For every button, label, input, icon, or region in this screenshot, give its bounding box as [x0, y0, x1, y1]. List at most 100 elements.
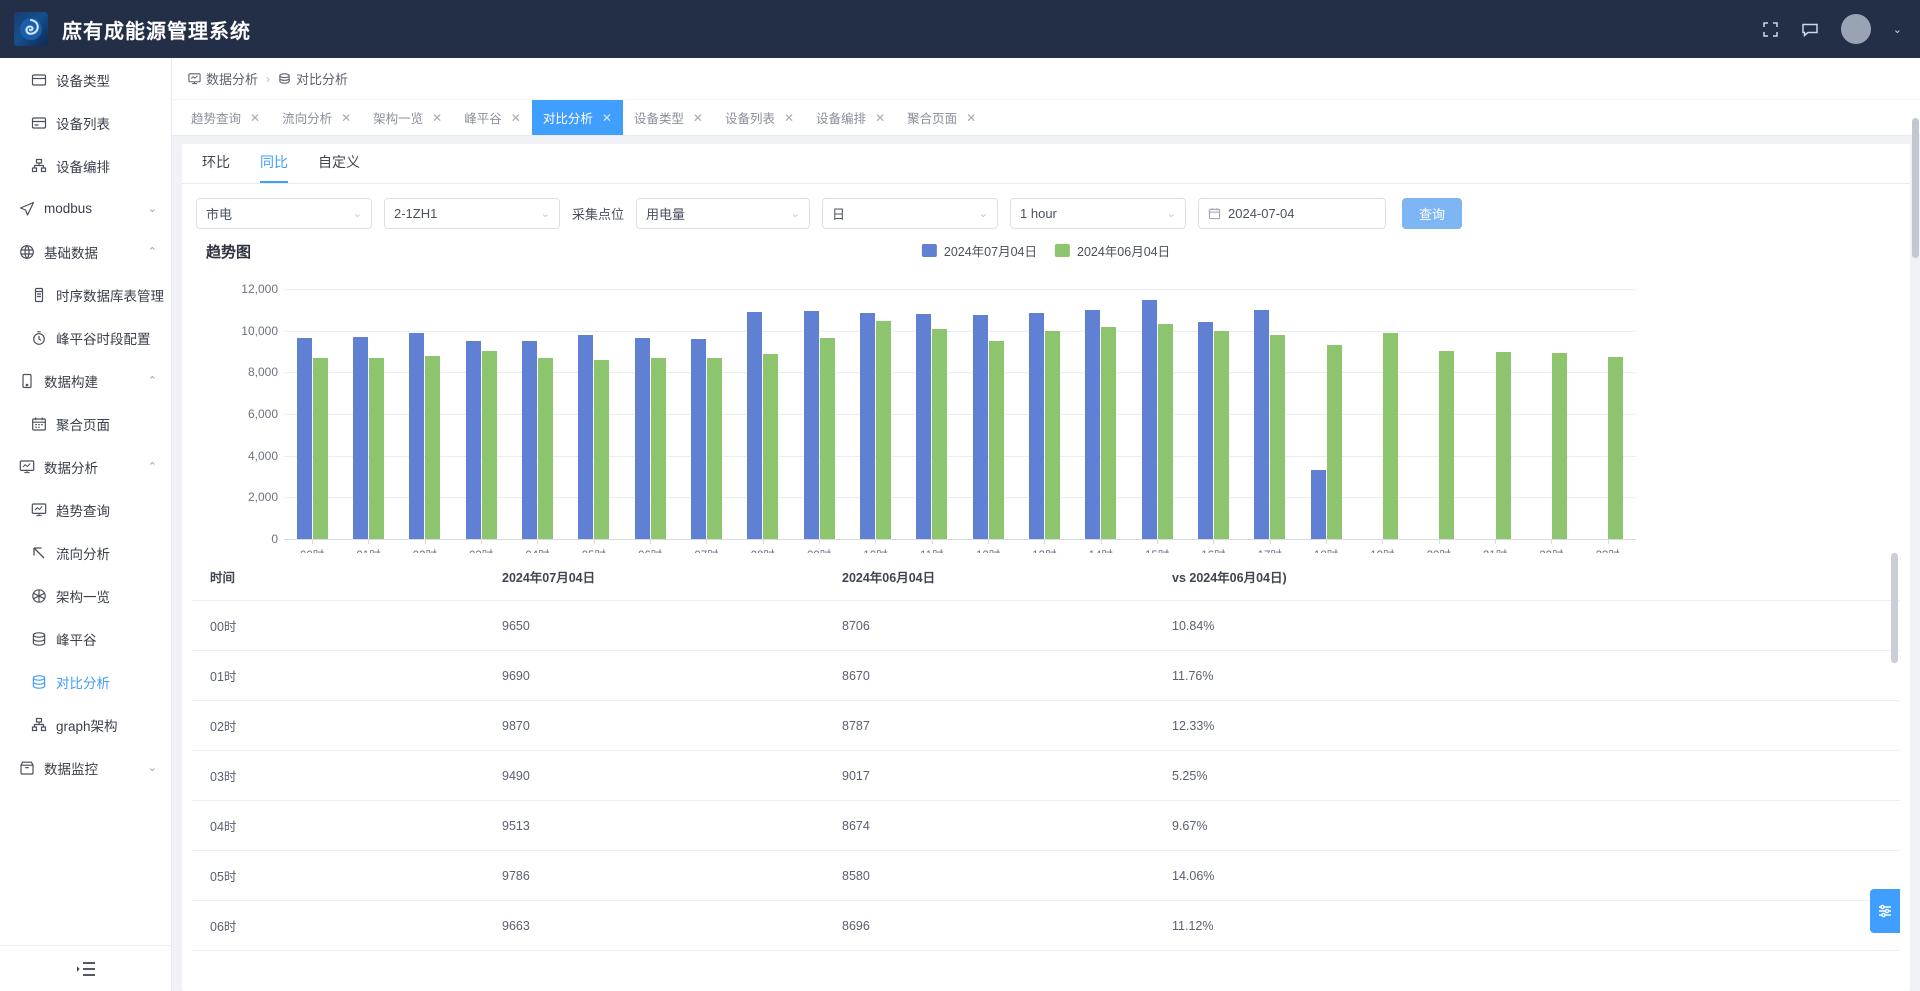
- bar-group-22[interactable]: [1523, 289, 1579, 539]
- sidebar-item-9[interactable]: 数据分析 ⌃: [0, 445, 171, 488]
- bar-group-23[interactable]: [1580, 289, 1636, 539]
- close-icon[interactable]: ✕: [250, 111, 260, 125]
- point-select[interactable]: 用电量 ⌄: [636, 198, 811, 229]
- close-icon[interactable]: ✕: [511, 111, 521, 125]
- tab-6[interactable]: 设备列表 ✕: [714, 100, 805, 135]
- table-row[interactable]: 01时 9690 8670 11.76%: [192, 650, 1900, 701]
- scroll-area[interactable]: 市电 ⌄ 2-1ZH1 ⌄ 采集点位 用电量 ⌄ 日 ⌄ 1 hour ⌄ 20…: [182, 184, 1910, 991]
- page-scrollbar[interactable]: [1912, 58, 1919, 991]
- subtab-0[interactable]: 环比: [202, 152, 230, 183]
- sidebar-item-4[interactable]: 基础数据 ⌃: [0, 230, 171, 273]
- tab-8[interactable]: 聚合页面 ✕: [896, 100, 987, 135]
- bar-group-20[interactable]: [1411, 289, 1467, 539]
- table-cell: 01时: [192, 650, 502, 701]
- breadcrumb-item-0[interactable]: 数据分析: [188, 69, 258, 88]
- bar-group-6[interactable]: [622, 289, 678, 539]
- table-cell: 12.33%: [1172, 700, 1900, 751]
- sidebar-item-13[interactable]: 峰平谷: [0, 617, 171, 660]
- chevron-toggle-icon[interactable]: ⌃: [148, 245, 157, 258]
- breadcrumb-item-1[interactable]: 对比分析: [278, 69, 348, 88]
- table-row[interactable]: 04时 9513 8674 9.67%: [192, 800, 1900, 851]
- close-icon[interactable]: ✕: [693, 111, 703, 125]
- source-select[interactable]: 市电 ⌄: [196, 198, 372, 229]
- sidebar-item-3[interactable]: modbus ⌄: [0, 187, 171, 230]
- bar-group-10[interactable]: [847, 289, 903, 539]
- table-scrollbar-thumb[interactable]: [1891, 553, 1898, 663]
- sidebar-item-0[interactable]: 设备类型: [0, 58, 171, 101]
- menu-collapse-icon[interactable]: [0, 945, 171, 991]
- bar-group-17[interactable]: [1242, 289, 1298, 539]
- sidebar-item-11[interactable]: 流向分析: [0, 531, 171, 574]
- bar-group-15[interactable]: [1129, 289, 1185, 539]
- x-tick: [1551, 539, 1553, 544]
- sidebar-item-12[interactable]: 架构一览: [0, 574, 171, 617]
- bar-group-18[interactable]: [1298, 289, 1354, 539]
- table-row[interactable]: 00时 9650 8706 10.84%: [192, 600, 1900, 651]
- device-select[interactable]: 2-1ZH1 ⌄: [384, 198, 560, 229]
- tab-4[interactable]: 对比分析 ✕: [531, 100, 623, 135]
- interval-select[interactable]: 1 hour ⌄: [1010, 198, 1187, 229]
- bar-group-1[interactable]: [340, 289, 396, 539]
- sidebar-item-8[interactable]: 聚合页面: [0, 402, 171, 445]
- sidebar-item-16[interactable]: 数据监控 ⌄: [0, 746, 171, 789]
- bar-group-11[interactable]: [904, 289, 960, 539]
- bar-group-9[interactable]: [791, 289, 847, 539]
- bar-group-7[interactable]: [678, 289, 734, 539]
- subtab-1[interactable]: 同比: [260, 152, 288, 183]
- table-row[interactable]: 03时 9490 9017 5.25%: [192, 750, 1900, 801]
- sidebar-item-10[interactable]: 趋势查询: [0, 488, 171, 531]
- tab-2[interactable]: 架构一览 ✕: [362, 100, 453, 135]
- legend-item-1[interactable]: 2024年06月04日: [1055, 241, 1170, 260]
- close-icon[interactable]: ✕: [966, 111, 976, 125]
- sidebar-item-15[interactable]: graph架构: [0, 703, 171, 746]
- sidebar-item-7[interactable]: 数据构建 ⌃: [0, 359, 171, 402]
- sidebar-item-6[interactable]: 峰平谷时段配置: [0, 316, 171, 359]
- close-icon[interactable]: ✕: [875, 111, 885, 125]
- bar-group-8[interactable]: [735, 289, 791, 539]
- content-card: 环比 同比 自定义 市电 ⌄ 2-1ZH1 ⌄ 采集点位 用电量 ⌄ 日 ⌄ 1…: [182, 144, 1910, 991]
- legend-item-0[interactable]: 2024年07月04日: [921, 241, 1037, 260]
- close-icon[interactable]: ✕: [602, 111, 612, 125]
- sidebar-item-1[interactable]: 设备列表: [0, 101, 171, 144]
- subtab-2[interactable]: 自定义: [318, 152, 360, 183]
- sidebar-item-14[interactable]: 对比分析: [0, 660, 171, 703]
- fullscreen-icon[interactable]: [1762, 21, 1779, 38]
- bar-group-0[interactable]: [284, 289, 340, 539]
- table-row[interactable]: 02时 9870 8787 12.33%: [192, 700, 1900, 751]
- sidebar-item-2[interactable]: 设备编排: [0, 144, 171, 187]
- chevron-down-icon[interactable]: ⌄: [1893, 23, 1902, 36]
- page-scrollbar-thumb[interactable]: [1912, 118, 1919, 258]
- bar-group-14[interactable]: [1073, 289, 1129, 539]
- bar-group-21[interactable]: [1467, 289, 1523, 539]
- date-input[interactable]: 2024-07-04: [1198, 198, 1387, 229]
- table-row[interactable]: 05时 9786 8580 14.06%: [192, 850, 1900, 901]
- tab-1[interactable]: 流向分析 ✕: [271, 100, 362, 135]
- close-icon[interactable]: ✕: [341, 111, 351, 125]
- chevron-toggle-icon[interactable]: ⌄: [148, 761, 157, 774]
- query-button[interactable]: 查询: [1402, 198, 1463, 229]
- tab-7[interactable]: 设备编排 ✕: [805, 100, 896, 135]
- tab-0[interactable]: 趋势查询 ✕: [180, 100, 271, 135]
- table-row[interactable]: 06时 9663 8696 11.12%: [192, 900, 1900, 951]
- avatar[interactable]: [1840, 14, 1871, 44]
- tab-5[interactable]: 设备类型 ✕: [623, 100, 714, 135]
- period-select[interactable]: 日 ⌄: [822, 198, 999, 229]
- sitemap-icon: [30, 158, 48, 174]
- chevron-toggle-icon[interactable]: ⌃: [148, 374, 157, 387]
- bar-group-16[interactable]: [1185, 289, 1241, 539]
- bar-group-5[interactable]: [566, 289, 622, 539]
- bar-group-3[interactable]: [453, 289, 509, 539]
- bar-group-2[interactable]: [397, 289, 453, 539]
- chevron-toggle-icon[interactable]: ⌄: [148, 202, 157, 215]
- sidebar-item-5[interactable]: 时序数据库表管理: [0, 273, 171, 316]
- bar-group-12[interactable]: [960, 289, 1016, 539]
- close-icon[interactable]: ✕: [432, 111, 442, 125]
- bar-group-13[interactable]: [1016, 289, 1072, 539]
- tab-3[interactable]: 峰平谷 ✕: [453, 100, 532, 135]
- bar-group-4[interactable]: [509, 289, 565, 539]
- bar-group-19[interactable]: [1354, 289, 1410, 539]
- close-icon[interactable]: ✕: [784, 111, 794, 125]
- chevron-toggle-icon[interactable]: ⌃: [148, 460, 157, 473]
- message-icon[interactable]: [1801, 20, 1819, 38]
- settings-slider-icon[interactable]: [1870, 889, 1900, 933]
